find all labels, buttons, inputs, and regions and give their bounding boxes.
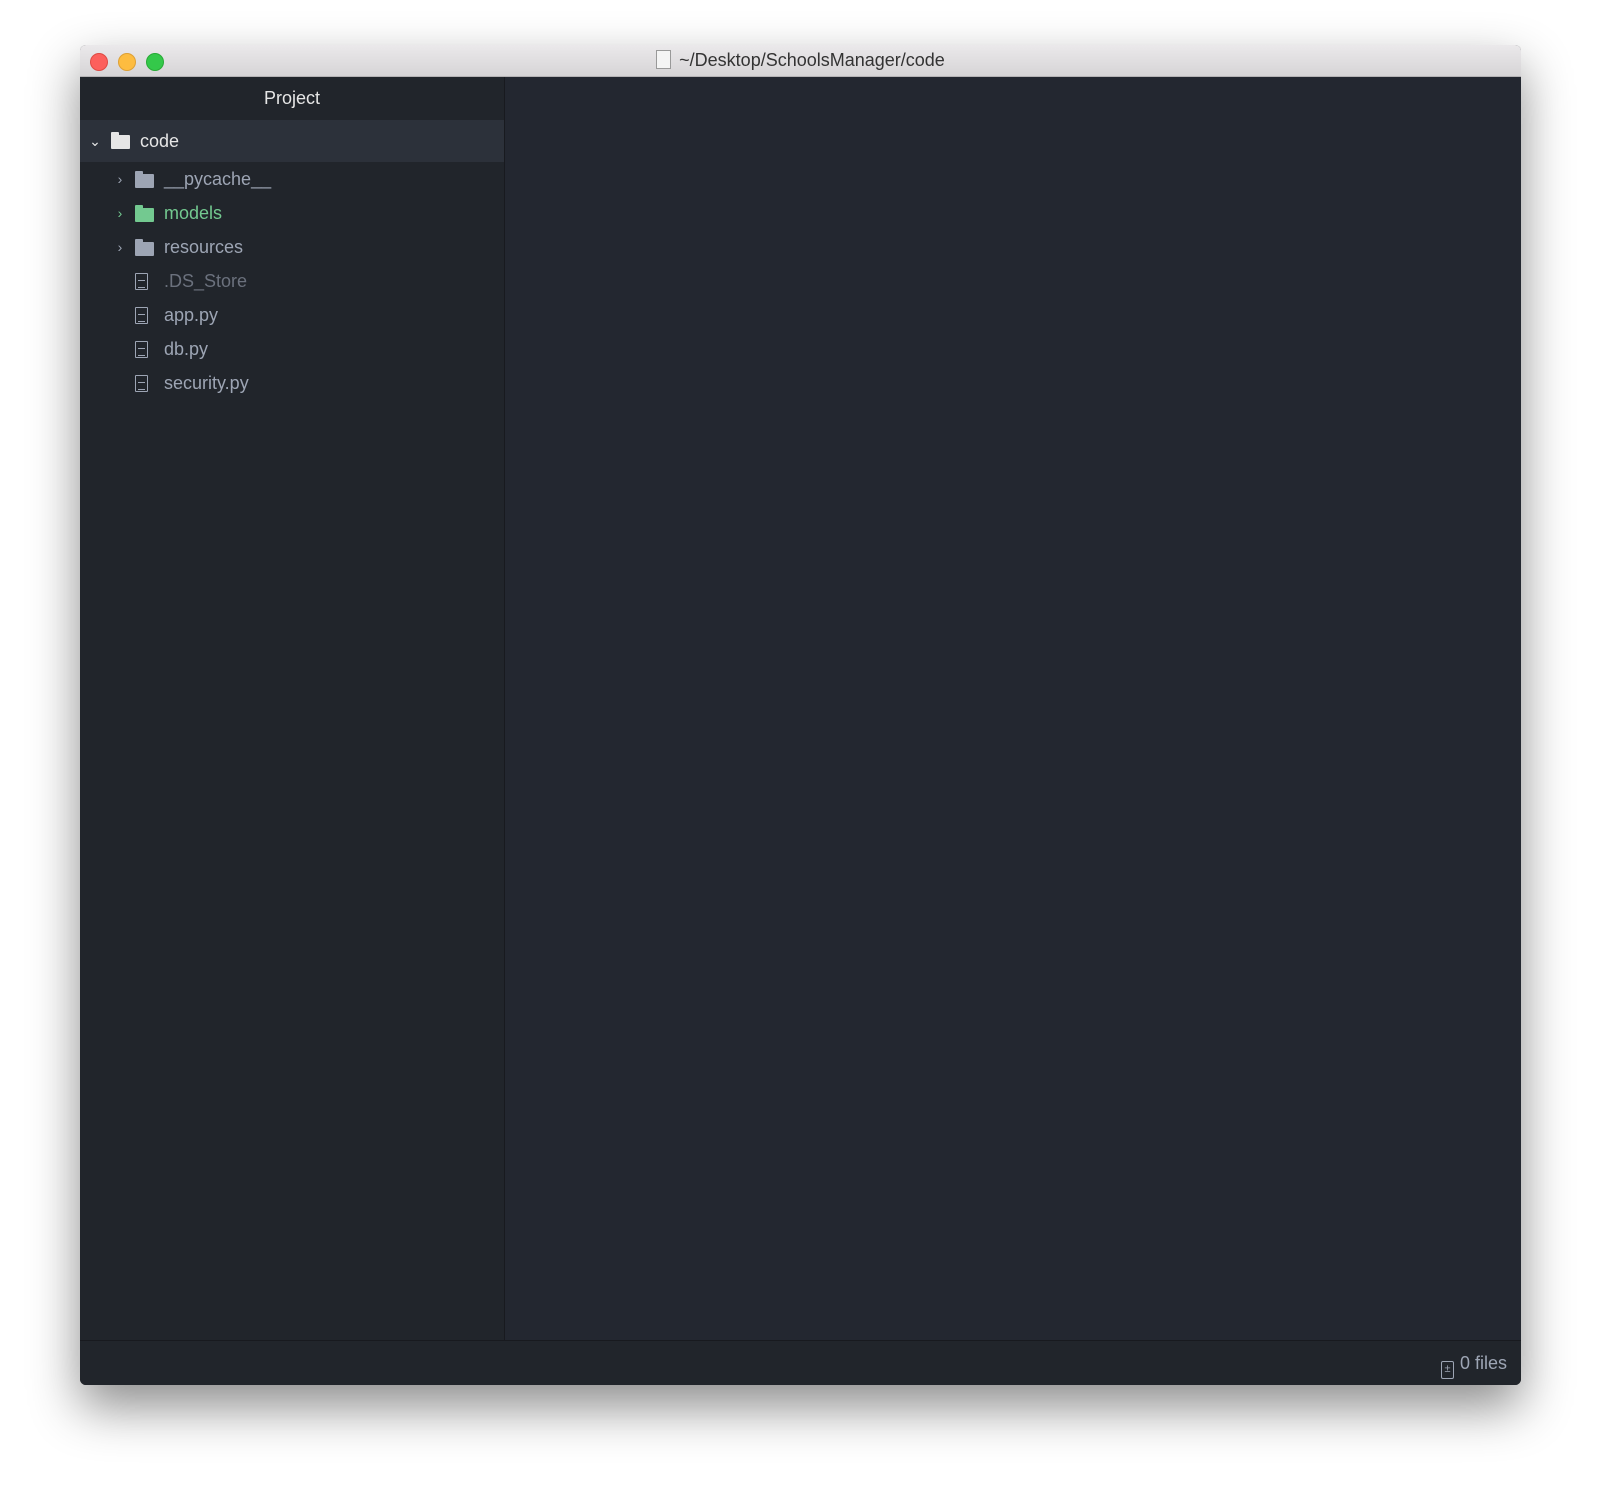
document-icon [656,50,672,69]
chevron-down-icon[interactable]: ⌄ [88,120,102,162]
tree-item[interactable]: › __pycache__ [80,162,504,196]
status-bar: ±0 files [80,1340,1521,1385]
file-icon [135,375,148,392]
app-window: ~/Desktop/SchoolsManager/code Project ⌄ … [80,45,1521,1385]
tree-item[interactable]: › models [80,196,504,230]
tree-item[interactable]: app.py [80,298,504,332]
tree-item[interactable]: .DS_Store [80,264,504,298]
file-count[interactable]: ±0 files [1440,1353,1507,1379]
maximize-button[interactable] [146,53,164,71]
folder-icon [135,239,154,256]
folder-icon [111,132,130,149]
panel-title: Project [263,88,321,108]
tree-item-label: resources [164,237,244,257]
chevron-right-icon[interactable]: › [113,196,127,230]
tree-item[interactable]: security.py [80,366,504,400]
tree-item[interactable]: db.py [80,332,504,366]
close-button[interactable] [90,53,108,71]
folder-icon [135,205,154,222]
tree-item[interactable]: › resources [80,230,504,264]
tree-item-label: code [140,131,180,151]
tree-item-label: __pycache__ [164,169,272,189]
minimize-button[interactable] [118,53,136,71]
tree-root-code[interactable]: ⌄ code [80,120,504,162]
tree-item-label: security.py [164,373,249,393]
title-bar: ~/Desktop/SchoolsManager/code [80,45,1521,77]
files-icon: ± [1440,1361,1454,1379]
file-icon [135,307,148,324]
chevron-right-icon[interactable]: › [113,162,127,196]
file-icon [135,273,148,290]
tree-item-label: models [164,203,223,223]
editor-area[interactable] [505,77,1521,1341]
tree-item-label: .DS_Store [164,271,248,291]
tree-item-label: db.py [164,339,209,359]
project-tree-panel: Project ⌄ code › __pycache__ › models › resou… [80,77,505,1341]
window-title: ~/Desktop/SchoolsManager/code [679,50,945,70]
chevron-right-icon[interactable]: › [113,230,127,264]
file-icon [135,341,148,358]
folder-icon [135,171,154,188]
tree-item-label: app.py [164,305,219,325]
